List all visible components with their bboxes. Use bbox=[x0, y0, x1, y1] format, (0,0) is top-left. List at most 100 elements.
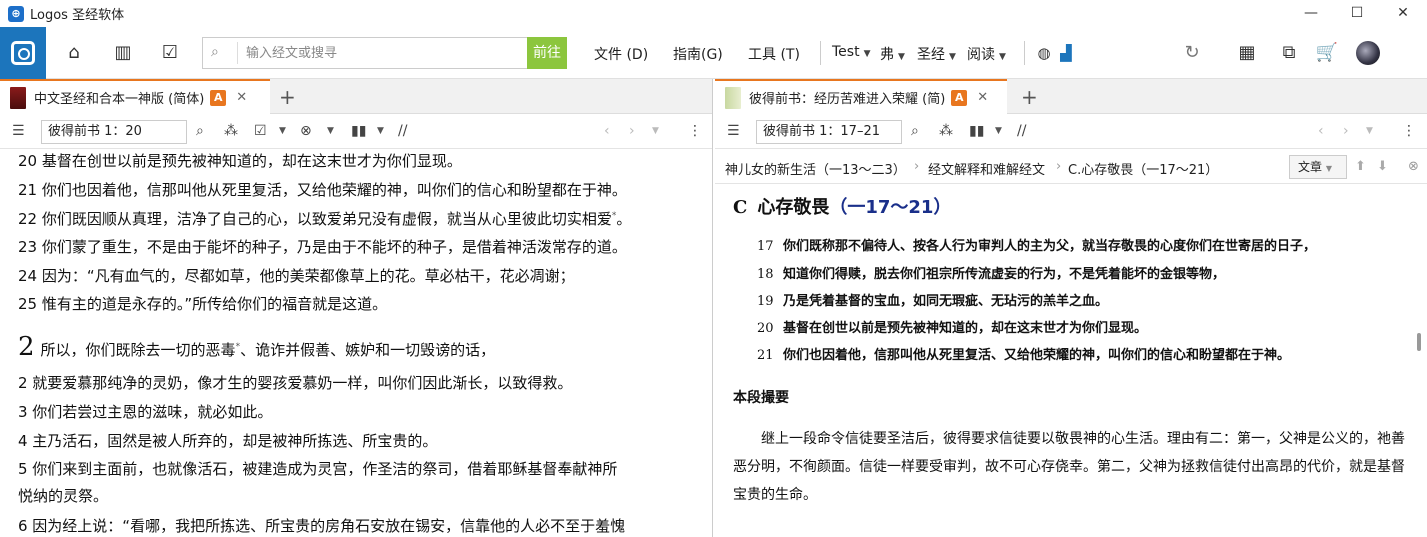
read-dropdown[interactable]: 阅读 ▼ bbox=[967, 44, 1006, 64]
chevron-down-icon[interactable]: ▼ bbox=[377, 126, 384, 136]
tab-title: 中文圣经和合本一神版 (简体) bbox=[34, 92, 205, 107]
add-tab-icon[interactable]: + bbox=[279, 85, 296, 109]
add-tab-icon[interactable]: + bbox=[1021, 85, 1038, 109]
more-options-icon[interactable]: ⋮ bbox=[1402, 123, 1416, 139]
columns-icon[interactable]: ▮▮ bbox=[351, 123, 366, 139]
verse: 4 主乃活石，固然是被人所弃的，却是被神所拣选、所宝贵的。 bbox=[18, 432, 438, 450]
verse: 23 你们蒙了重生，不是由于能坏的种子，乃是由于不能坏的种子，是借着神活泼常存的… bbox=[18, 238, 627, 256]
panel-menu-icon[interactable]: ☰ bbox=[727, 123, 740, 139]
search-icon: ⌕ bbox=[211, 44, 219, 60]
logos-home-button[interactable] bbox=[0, 27, 46, 79]
chevron-down-icon: ▼ bbox=[1325, 164, 1332, 173]
verse-number: 17 bbox=[757, 239, 774, 254]
right-nav-bar: ☰ 彼得前书 1：17–21 ⌕ ⁂ ▮▮ ▼ // ‹ › ▼ ⋮ bbox=[715, 115, 1427, 149]
panel-menu-icon[interactable]: ☰ bbox=[12, 123, 25, 139]
minimize-button[interactable]: — bbox=[1288, 0, 1334, 27]
reference-box[interactable]: 彼得前书 1：17–21 bbox=[756, 120, 902, 144]
cart-icon[interactable]: 🛒 bbox=[1315, 41, 1339, 65]
verse-text: 知道你们得赎，脱去你们祖宗所传流虚妄的行为，不是凭着能坏的金银等物， bbox=[783, 267, 1226, 282]
parallel-icon[interactable]: // bbox=[398, 123, 407, 139]
tab-commentary[interactable]: 彼得前书：经历苦难进入荣耀 (简) A ✕ bbox=[715, 79, 1007, 114]
bible-text-area: 20 基督在创世以前是预先被神知道的，却在这末世才为你们显现。 21 你们也因着… bbox=[0, 150, 712, 537]
reference-box[interactable]: 彼得前书 1：20 bbox=[41, 120, 187, 144]
arrow-down-icon[interactable]: ⬇ bbox=[1377, 159, 1388, 174]
menu-file[interactable]: 文件 (D) bbox=[594, 44, 648, 64]
arrow-up-icon[interactable]: ⬆ bbox=[1355, 159, 1366, 174]
forward-icon[interactable]: › bbox=[1343, 123, 1349, 139]
person-icon[interactable]: ▟ bbox=[1054, 41, 1078, 65]
layouts-icon[interactable]: ▦ bbox=[1235, 41, 1259, 65]
search-input[interactable] bbox=[237, 42, 517, 64]
book-cover-icon bbox=[10, 86, 26, 109]
quoted-verse: 19 乃是凭着基督的宝血，如同无瑕疵、无玷污的羔羊之血。 bbox=[757, 290, 1108, 309]
section-name: 心存敬畏 bbox=[757, 197, 830, 218]
verse-text: 所以，你们既除去一切的恶毒 bbox=[40, 341, 236, 359]
quoted-verse: 18 知道你们得赎，脱去你们祖宗所传流虚妄的行为，不是凭着能坏的金银等物， bbox=[757, 263, 1225, 282]
forward-icon[interactable]: › bbox=[629, 123, 635, 139]
chevron-down-icon: ▼ bbox=[949, 52, 956, 62]
fu-dropdown[interactable]: 弗 ▼ bbox=[880, 44, 905, 64]
verse-text: 乃是凭着基督的宝血，如同无瑕疵、无玷污的羔羊之血。 bbox=[783, 294, 1109, 309]
parallel-icon[interactable]: // bbox=[1017, 123, 1026, 139]
close-panels-icon[interactable]: ⧉ bbox=[1277, 41, 1301, 65]
section-range[interactable]: （一17～21） bbox=[829, 197, 951, 218]
chevron-down-icon: ▼ bbox=[863, 49, 871, 59]
more-options-icon[interactable]: ⋮ bbox=[688, 123, 702, 139]
breadcrumb-item[interactable]: 经文解释和难解经文 bbox=[928, 159, 1045, 178]
back-icon[interactable]: ‹ bbox=[1318, 123, 1324, 139]
close-circle-icon[interactable]: ⊗ bbox=[1408, 159, 1419, 174]
breadcrumb-item[interactable]: 神儿女的新生活（一13～二3） bbox=[725, 159, 906, 178]
left-tab-bar: 中文圣经和合本一神版 (简体) A ✕ + bbox=[0, 79, 712, 114]
chapter-start: 2 所以，你们既除去一切的恶毒*、诡诈并假善、嫉妒和一切毁谤的话， bbox=[18, 332, 495, 362]
section-letter: C bbox=[733, 197, 748, 218]
visual-filter-icon[interactable]: ⁂ bbox=[939, 123, 953, 139]
verse: 5 你们来到主面前，也就像活石，被建造成为灵宫，作圣洁的祭司，借着耶稣基督奉献神… bbox=[18, 460, 618, 478]
highlight-icon[interactable]: ☑ bbox=[254, 123, 267, 139]
chevron-down-icon[interactable]: ▼ bbox=[327, 126, 334, 136]
menu-guide[interactable]: 指南(G) bbox=[673, 44, 723, 64]
verse: 25 惟有主的道是永存的。”所传给你们的福音就是这道。 bbox=[18, 295, 388, 313]
quoted-verse: 21 你们也因着他，信那叫他从死里复活、又给他荣耀的神，叫你们的信心和盼望都在于神… bbox=[757, 344, 1290, 363]
scrollbar-thumb[interactable] bbox=[1417, 333, 1421, 351]
summary-paragraph: 继上一段命令信徒要圣洁后，彼得要求信徒要以敬畏神的心生活。理由有二：第一，父神是… bbox=[733, 431, 1405, 503]
verse-text: 基督在创世以前是预先被神知道的，却在这末世才为你们显现。 bbox=[783, 321, 1148, 336]
close-button[interactable]: ✕ bbox=[1380, 0, 1426, 27]
article-dropdown[interactable]: 文章 ▼ bbox=[1289, 155, 1347, 179]
close-tab-icon[interactable]: ✕ bbox=[977, 90, 991, 105]
search-icon[interactable]: ⌕ bbox=[911, 123, 919, 139]
chevron-down-icon: ▼ bbox=[898, 52, 905, 62]
maximize-button[interactable]: ☐ bbox=[1334, 0, 1380, 27]
bible-label: 圣经 bbox=[917, 47, 945, 63]
go-button[interactable]: 前往 bbox=[527, 37, 567, 69]
inline-search-icon[interactable]: ⊗ bbox=[300, 123, 312, 139]
back-icon[interactable]: ‹ bbox=[604, 123, 610, 139]
breadcrumb-item[interactable]: C.心存敬畏（一17～21） bbox=[1068, 159, 1218, 178]
tab-title: 彼得前书：经历苦难进入荣耀 (简) bbox=[749, 92, 946, 107]
library-icon[interactable]: ▥ bbox=[111, 41, 135, 65]
close-tab-icon[interactable]: ✕ bbox=[236, 90, 250, 105]
home-icon[interactable]: ⌂ bbox=[62, 41, 86, 65]
verse-number: 19 bbox=[757, 294, 774, 309]
layout-test-dropdown[interactable]: Test ▼ bbox=[832, 44, 871, 60]
tab-cuv-bible[interactable]: 中文圣经和合本一神版 (简体) A ✕ bbox=[0, 79, 270, 114]
menu-tools[interactable]: 工具 (T) bbox=[748, 44, 800, 64]
tab-badge[interactable]: A bbox=[951, 89, 968, 106]
verse: 6 因为经上说：“看哪，我把所拣选、所宝贵的房角石安放在锡安，信靠他的人必不至于… bbox=[18, 517, 626, 535]
breadcrumb-separator: › bbox=[914, 159, 920, 174]
globe-icon[interactable]: ◍ bbox=[1032, 41, 1056, 65]
visual-filter-icon[interactable]: ⁂ bbox=[224, 123, 238, 139]
search-icon[interactable]: ⌕ bbox=[196, 123, 204, 139]
chevron-down-icon[interactable]: ▼ bbox=[652, 126, 659, 136]
bible-dropdown[interactable]: 圣经 ▼ bbox=[917, 44, 956, 64]
chevron-down-icon[interactable]: ▼ bbox=[995, 126, 1002, 136]
verse-text: 22 你们既因顺从真理，洁净了自己的心，以致爱弟兄没有虚假，就当从心里彼此切实相… bbox=[18, 210, 612, 228]
main-toolbar: ⌂ ▥ ☑ ⌕ 前往 文件 (D) 指南(G) 工具 (T) Test▼ 弗▼ … bbox=[0, 27, 1427, 79]
documents-icon[interactable]: ☑ bbox=[158, 41, 182, 65]
chevron-down-icon[interactable]: ▼ bbox=[1366, 126, 1373, 136]
sync-icon[interactable]: ↻ bbox=[1180, 41, 1204, 65]
columns-icon[interactable]: ▮▮ bbox=[969, 123, 984, 139]
verse-text: 你们既称那不偏待人、按各人行为审判人的主为父，就当存敬畏的心度你们在世寄居的日子… bbox=[783, 239, 1317, 254]
avatar[interactable] bbox=[1356, 41, 1380, 65]
chevron-down-icon[interactable]: ▼ bbox=[279, 126, 286, 136]
tab-badge[interactable]: A bbox=[210, 89, 227, 106]
